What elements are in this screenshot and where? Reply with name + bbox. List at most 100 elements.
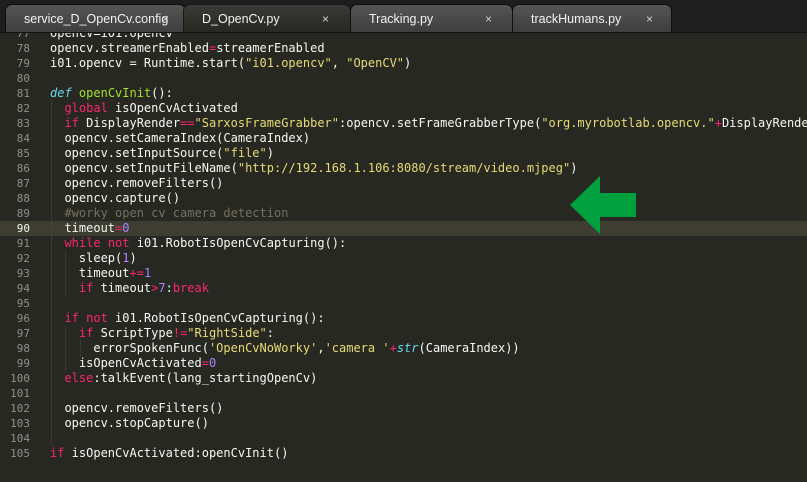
code-token: opencv.removeFilters(): [50, 176, 224, 190]
code-line[interactable]: opencv.setInputSource("file"): [50, 146, 274, 161]
code-token: :talkEvent(lang_startingOpenCv): [93, 371, 318, 385]
line-number: 83: [16, 117, 30, 130]
tab-d-opencv-py[interactable]: D_OpenCv.py ×: [183, 4, 351, 32]
code-token: "SarxosFrameGrabber": [194, 116, 340, 130]
code-line[interactable]: opencv.streamerEnabled=streamerEnabled: [50, 41, 325, 56]
tab-label: service_D_OpenCv.config: [24, 12, 169, 26]
tab-service-d-opencv-config[interactable]: service_D_OpenCv.config ×: [5, 4, 186, 32]
line-number: 82: [16, 102, 30, 115]
code-token: while: [64, 236, 101, 250]
code-token: =: [201, 356, 209, 370]
code-token: ,: [317, 341, 325, 355]
code-token: if: [78, 326, 94, 340]
line-number-gutter: 77 78 79 80 81 82 83 84 85 86 87 88 89 90 91 92 93 94 95 96…: [0, 33, 44, 482]
code-token: timeout: [50, 266, 130, 280]
code-token: if: [50, 446, 65, 460]
code-line[interactable]: opencv=i01.opencv: [50, 33, 173, 41]
line-number: 86: [16, 162, 30, 175]
tab-tracking-py[interactable]: Tracking.py ×: [350, 4, 513, 32]
code-line[interactable]: def openCvInit():: [50, 86, 173, 101]
code-token: "file": [223, 146, 267, 160]
code-token: sleep(: [50, 251, 123, 265]
code-line[interactable]: if DisplayRender=="SarxosFrameGrabber":o…: [50, 116, 807, 131]
code-token: "http://192.168.1.106:8080/stream/video.…: [237, 161, 571, 175]
code-token: if: [64, 116, 79, 130]
code-line[interactable]: timeout=0: [50, 221, 129, 236]
code-line[interactable]: isOpenCvActivated=0: [50, 356, 216, 371]
code-token: i01.opencv = Runtime.start(: [50, 56, 246, 70]
code-line[interactable]: else:talkEvent(lang_startingOpenCv): [50, 371, 317, 386]
code-token: ScriptType: [93, 326, 173, 340]
code-token: isOpenCvActivated: [50, 356, 202, 370]
code-token: i01.RobotIsOpenCvCapturing():: [107, 311, 325, 325]
code-line[interactable]: if not i01.RobotIsOpenCvCapturing():: [50, 311, 325, 326]
code-token: :: [266, 326, 275, 340]
code-token: if: [78, 281, 94, 295]
code-line[interactable]: errorSpokenFunc('OpenCvNoWorky','camera …: [50, 341, 520, 356]
code-line[interactable]: opencv.setInputFileName("http://192.168.…: [50, 161, 577, 176]
line-number: 92: [16, 252, 30, 265]
code-line[interactable]: if timeout>7:break: [50, 281, 209, 296]
code-token: +: [389, 341, 397, 355]
line-number: 78: [16, 42, 30, 55]
code-line[interactable]: opencv.removeFilters(): [50, 401, 223, 416]
code-token: if: [64, 311, 79, 325]
code-token: #worky open cv camera detection: [64, 206, 289, 220]
code-token: 1: [143, 266, 152, 280]
code-line[interactable]: sleep(1): [50, 251, 137, 266]
code-token: "RightSide": [187, 326, 267, 340]
code-token: opencv.stopCapture(): [50, 416, 209, 430]
line-number: 102: [10, 402, 30, 415]
code-line[interactable]: i01.opencv = Runtime.start("i01.opencv",…: [50, 56, 411, 71]
line-number: 98: [16, 342, 30, 355]
close-icon[interactable]: ×: [322, 5, 329, 33]
close-icon[interactable]: ×: [485, 5, 492, 33]
code-token: ,: [331, 56, 347, 70]
code-token: 0: [208, 356, 217, 370]
code-line[interactable]: opencv.setCameraIndex(CameraIndex): [50, 131, 310, 146]
line-number: 101: [10, 387, 30, 400]
indent-guide: [51, 101, 52, 446]
code-token: openCvInit: [78, 86, 152, 100]
code-line[interactable]: #worky open cv camera detection: [50, 206, 288, 221]
code-line[interactable]: if isOpenCvActivated:openCvInit(): [50, 446, 288, 461]
code-token: (CameraIndex)): [418, 341, 520, 355]
code-line[interactable]: opencv.removeFilters(): [50, 176, 223, 191]
close-icon[interactable]: ×: [646, 5, 653, 33]
code-token: isOpenCvActivated: [107, 101, 238, 115]
line-number: 100: [10, 372, 30, 385]
code-token: 7: [158, 281, 166, 295]
code-token: +=: [129, 266, 144, 280]
code-line[interactable]: if ScriptType!="RightSide":: [50, 326, 274, 341]
code-token: ): [570, 161, 578, 175]
code-token: 'OpenCvNoWorky': [208, 341, 318, 355]
code-token: break: [172, 281, 209, 295]
tab-label: trackHumans.py: [531, 12, 622, 26]
code-line[interactable]: while not i01.RobotIsOpenCvCapturing():: [50, 236, 346, 251]
code-editor[interactable]: 77 78 79 80 81 82 83 84 85 86 87 88 89 90 91 92 93 94 95 96…: [0, 33, 807, 482]
code-token: opencv.setCameraIndex(CameraIndex): [50, 131, 311, 145]
code-area[interactable]: opencv=i01.opencv opencv.streamerEnabled=…: [50, 33, 807, 482]
code-line[interactable]: global isOpenCvActivated: [50, 101, 238, 116]
code-token: ():: [151, 86, 173, 100]
line-number: 105: [10, 447, 30, 460]
code-line[interactable]: opencv.capture(): [50, 191, 180, 206]
line-number: 90: [16, 222, 30, 235]
code-token: errorSpokenFunc(: [50, 341, 209, 355]
code-token: ): [404, 56, 412, 70]
code-token: isOpenCvActivated:openCvInit(): [64, 446, 289, 460]
code-token: :: [165, 281, 173, 295]
code-token: timeout: [93, 281, 152, 295]
line-number: 84: [16, 132, 30, 145]
code-token: def: [50, 86, 72, 100]
code-token: opencv.removeFilters(): [50, 401, 224, 415]
indent-guide: [65, 251, 67, 296]
code-line[interactable]: opencv.stopCapture(): [50, 416, 209, 431]
close-icon[interactable]: ×: [162, 5, 169, 33]
tab-trackhumans-py[interactable]: trackHumans.py ×: [512, 4, 672, 32]
code-token: timeout: [50, 221, 116, 235]
code-token: DisplayRender): [721, 116, 807, 130]
